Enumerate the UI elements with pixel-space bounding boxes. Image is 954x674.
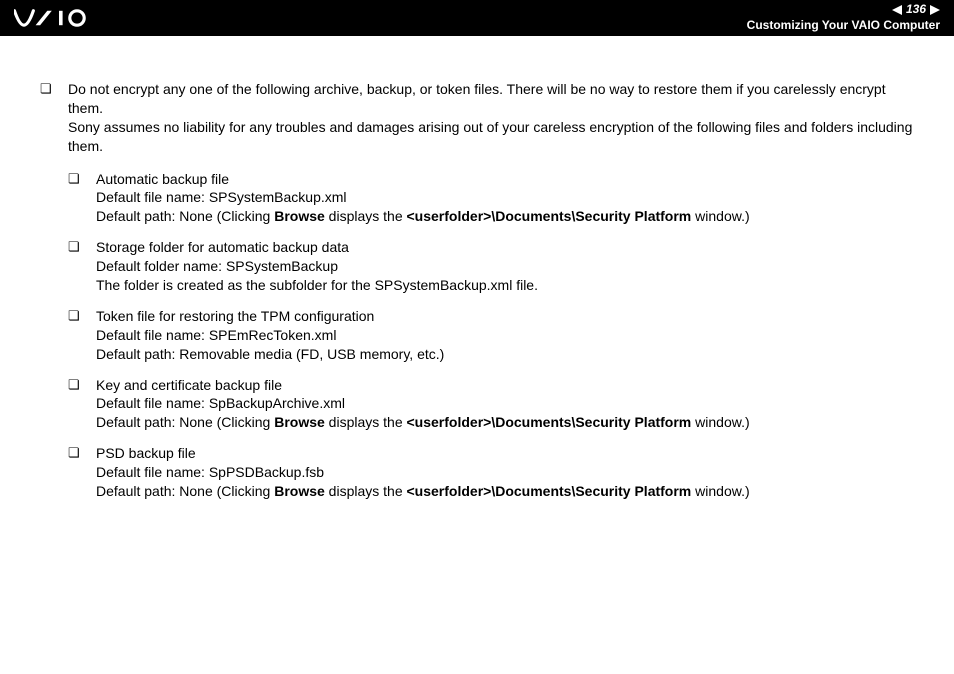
item-line3-pre: Default path: None (Clicking [96, 414, 274, 430]
prev-page-icon[interactable] [892, 5, 902, 15]
item-line3-b2: <userfolder>\Documents\Security Platform [407, 208, 692, 224]
content: Do not encrypt any one of the following … [0, 36, 954, 501]
item-title: Token file for restoring the TPM configu… [96, 308, 374, 324]
item-line3-post: window.) [691, 414, 749, 430]
page-header: 136 Customizing Your VAIO Computer [0, 0, 954, 36]
header-right: 136 Customizing Your VAIO Computer [747, 2, 940, 33]
list-item: Token file for restoring the TPM configu… [68, 307, 924, 364]
item-line3-b1: Browse [274, 208, 325, 224]
intro-line2: Sony assumes no liability for any troubl… [68, 119, 912, 154]
item-line3-b2: <userfolder>\Documents\Security Platform [407, 483, 692, 499]
item-line3-pre: Default path: None (Clicking [96, 208, 274, 224]
item-line2: Default file name: SpPSDBackup.fsb [96, 464, 324, 480]
breadcrumb: Customizing Your VAIO Computer [747, 18, 940, 34]
item-line2: Default folder name: SPSystemBackup [96, 258, 338, 274]
page-nav: 136 [747, 2, 940, 18]
item-line3-b1: Browse [274, 414, 325, 430]
item-title: Automatic backup file [96, 171, 229, 187]
item-line3-mid: displays the [325, 483, 407, 499]
item-line3-mid: displays the [325, 414, 407, 430]
item-line3-post: window.) [691, 208, 749, 224]
page-number: 136 [906, 2, 926, 18]
item-line2: Default file name: SPSystemBackup.xml [96, 189, 347, 205]
main-warning-item: Do not encrypt any one of the following … [40, 80, 924, 501]
item-title: Key and certificate backup file [96, 377, 282, 393]
item-line3-pre: Default path: None (Clicking [96, 483, 274, 499]
list-item: PSD backup file Default file name: SpPSD… [68, 444, 924, 501]
item-line2: Default file name: SpBackupArchive.xml [96, 395, 345, 411]
sub-list: Automatic backup file Default file name:… [68, 170, 924, 501]
next-page-icon[interactable] [930, 5, 940, 15]
item-line3-b1: Browse [274, 483, 325, 499]
item-line3-post: window.) [691, 483, 749, 499]
item-line3: The folder is created as the subfolder f… [96, 277, 538, 293]
item-title: Storage folder for automatic backup data [96, 239, 349, 255]
item-line3-mid: displays the [325, 208, 407, 224]
vaio-logo [14, 9, 104, 27]
list-item: Storage folder for automatic backup data… [68, 238, 924, 295]
item-line3: Default path: Removable media (FD, USB m… [96, 346, 444, 362]
intro-line1: Do not encrypt any one of the following … [68, 81, 886, 116]
item-line2: Default file name: SPEmRecToken.xml [96, 327, 336, 343]
item-line3-b2: <userfolder>\Documents\Security Platform [407, 414, 692, 430]
item-title: PSD backup file [96, 445, 196, 461]
list-item: Automatic backup file Default file name:… [68, 170, 924, 227]
list-item: Key and certificate backup file Default … [68, 376, 924, 433]
